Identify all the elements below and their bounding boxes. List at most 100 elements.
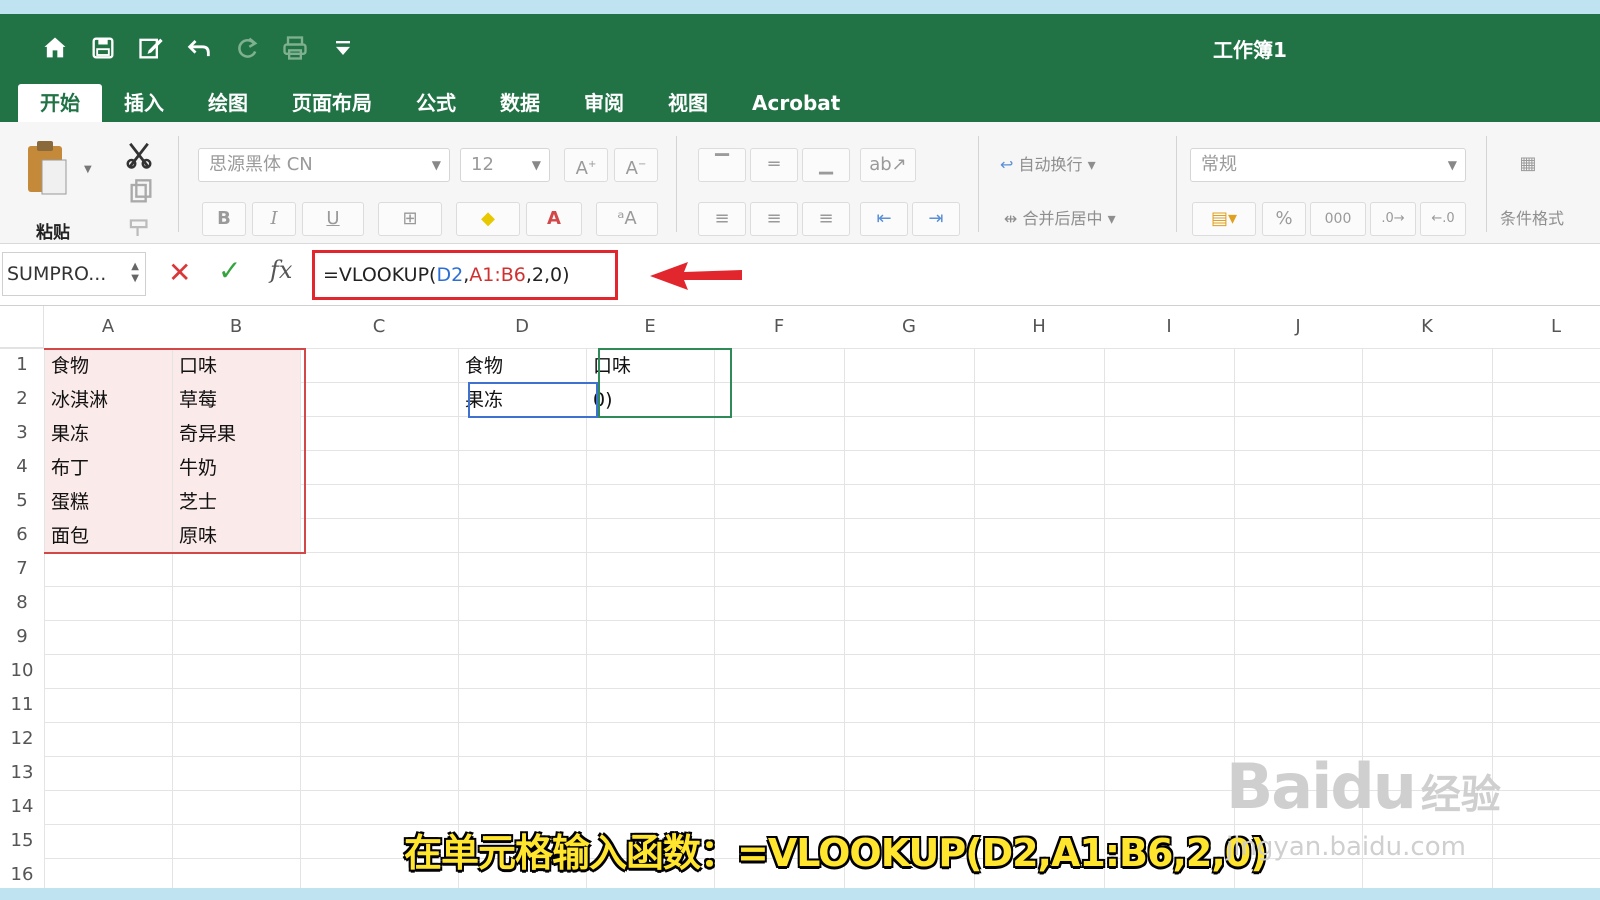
column-header-a[interactable]: A <box>44 306 172 348</box>
undo-icon[interactable] <box>182 31 216 65</box>
comma-style-icon[interactable]: 000 <box>1310 202 1366 236</box>
format-painter-icon[interactable] <box>128 216 156 236</box>
merge-center-label: 合并后居中 <box>1022 209 1103 228</box>
phonetic-icon[interactable]: ᵃA <box>596 202 658 236</box>
align-bottom-icon[interactable]: ▁ <box>802 148 850 182</box>
tab-draw[interactable]: 绘图 <box>186 84 270 122</box>
decrease-font-icon[interactable]: A− <box>614 148 658 182</box>
customize-icon[interactable] <box>326 31 360 65</box>
tab-view[interactable]: 视图 <box>646 84 730 122</box>
tab-insert[interactable]: 插入 <box>102 84 186 122</box>
borders-icon[interactable]: ⊞ <box>378 202 442 236</box>
row-header-8[interactable]: 8 <box>0 586 44 620</box>
column-header-h[interactable]: H <box>974 306 1104 348</box>
column-header-j[interactable]: J <box>1234 306 1362 348</box>
gridline <box>844 348 845 888</box>
tab-formulas[interactable]: 公式 <box>394 84 478 122</box>
increase-font-icon[interactable]: A+ <box>564 148 608 182</box>
chevron-down-icon: ▼ <box>1447 158 1457 172</box>
wrap-text-button[interactable]: ↩ 自动换行 ▾ <box>1000 148 1096 182</box>
row-header-1[interactable]: 1 <box>0 348 44 382</box>
column-header-l[interactable]: L <box>1492 306 1600 348</box>
fill-color-icon[interactable]: ◆ <box>456 202 520 236</box>
row-header-5[interactable]: 5 <box>0 484 44 518</box>
print-icon[interactable] <box>278 31 312 65</box>
row-header-3[interactable]: 3 <box>0 416 44 450</box>
column-header-f[interactable]: F <box>714 306 844 348</box>
font-size-select[interactable]: 12 ▼ <box>460 148 550 182</box>
cut-icon[interactable] <box>124 140 154 170</box>
title-bar: 工作簿1 开始 插入 绘图 页面布局 公式 数据 审阅 视图 Acrobat <box>0 14 1600 122</box>
merge-center-button[interactable]: ⇹ 合并后居中 ▾ <box>1004 202 1116 236</box>
chevron-down-icon: ▼ <box>431 158 441 172</box>
gridline <box>714 348 715 888</box>
copy-icon[interactable] <box>126 178 156 206</box>
decrease-indent-icon[interactable]: ⇤ <box>860 202 908 236</box>
column-header-i[interactable]: I <box>1104 306 1234 348</box>
edit-icon[interactable] <box>134 31 168 65</box>
align-top-icon[interactable]: ▔ <box>698 148 746 182</box>
row-header-15[interactable]: 15 <box>0 824 44 858</box>
increase-decimal-icon[interactable]: .0→ <box>1370 202 1416 236</box>
select-all-corner[interactable] <box>0 306 44 348</box>
number-format-select[interactable]: 常规 ▼ <box>1190 148 1466 182</box>
column-header-e[interactable]: E <box>586 306 714 348</box>
align-center-icon[interactable]: ≡ <box>750 202 798 236</box>
video-caption: 在单元格输入函数：=VLOOKUP(D2,A1:B6,2,0) <box>404 831 1268 875</box>
accounting-format-icon[interactable]: ▤▾ <box>1192 202 1256 236</box>
underline-button[interactable]: U <box>302 202 364 236</box>
paste-dropdown-icon[interactable]: ▼ <box>84 164 92 175</box>
cell-d1[interactable]: 食物 <box>459 349 586 383</box>
home-icon[interactable] <box>38 31 72 65</box>
row-header-6[interactable]: 6 <box>0 518 44 552</box>
column-header-d[interactable]: D <box>458 306 586 348</box>
align-middle-icon[interactable]: ═ <box>750 148 798 182</box>
tab-acrobat[interactable]: Acrobat <box>730 84 862 122</box>
gridline <box>44 654 1600 655</box>
name-box[interactable]: SUMPRO... ▲ ▼ <box>2 252 146 296</box>
tab-review[interactable]: 审阅 <box>562 84 646 122</box>
conditional-format-label[interactable]: 条件格式 <box>1500 202 1564 236</box>
clipboard-group: ▼ 粘贴 <box>18 132 152 243</box>
font-name-select[interactable]: 思源黑体 CN ▼ <box>198 148 450 182</box>
column-header-g[interactable]: G <box>844 306 974 348</box>
save-icon[interactable] <box>86 31 120 65</box>
row-header-14[interactable]: 14 <box>0 790 44 824</box>
spinner-icon[interactable]: ▲ ▼ <box>131 261 139 285</box>
decrease-decimal-icon[interactable]: ←.0 <box>1420 202 1466 236</box>
wrap-text-icon: ↩ <box>1000 155 1019 174</box>
fx-button[interactable]: fx <box>270 256 292 284</box>
font-color-icon[interactable]: A <box>526 202 582 236</box>
document-title: 工作簿1 <box>1213 38 1287 62</box>
bold-button[interactable]: B <box>202 202 246 236</box>
row-header-11[interactable]: 11 <box>0 688 44 722</box>
row-header-4[interactable]: 4 <box>0 450 44 484</box>
align-right-icon[interactable]: ≡ <box>802 202 850 236</box>
orientation-icon[interactable]: ab↗ <box>860 148 916 182</box>
italic-button[interactable]: I <box>252 202 296 236</box>
row-header-7[interactable]: 7 <box>0 552 44 586</box>
cancel-icon[interactable]: ✕ <box>168 256 191 289</box>
formula-input[interactable]: =VLOOKUP(D2,A1:B6,2,0) <box>312 250 618 300</box>
row-header-2[interactable]: 2 <box>0 382 44 416</box>
paste-label[interactable]: 粘贴 <box>36 218 70 243</box>
ribbon-separator <box>978 136 979 232</box>
align-left-icon[interactable]: ≡ <box>698 202 746 236</box>
row-header-10[interactable]: 10 <box>0 654 44 688</box>
enter-check-icon[interactable]: ✓ <box>218 254 241 287</box>
increase-indent-icon[interactable]: ⇥ <box>912 202 960 236</box>
column-header-b[interactable]: B <box>172 306 300 348</box>
row-header-9[interactable]: 9 <box>0 620 44 654</box>
row-header-13[interactable]: 13 <box>0 756 44 790</box>
column-header-k[interactable]: K <box>1362 306 1492 348</box>
paste-icon[interactable] <box>24 138 70 200</box>
row-header-16[interactable]: 16 <box>0 858 44 888</box>
row-header-12[interactable]: 12 <box>0 722 44 756</box>
redo-icon[interactable] <box>230 31 264 65</box>
tab-page-layout[interactable]: 页面布局 <box>270 84 394 122</box>
column-header-c[interactable]: C <box>300 306 458 348</box>
conditional-format-icon[interactable]: ▦ <box>1502 148 1554 182</box>
tab-data[interactable]: 数据 <box>478 84 562 122</box>
percent-icon[interactable]: % <box>1262 202 1306 236</box>
tab-home[interactable]: 开始 <box>18 84 102 122</box>
